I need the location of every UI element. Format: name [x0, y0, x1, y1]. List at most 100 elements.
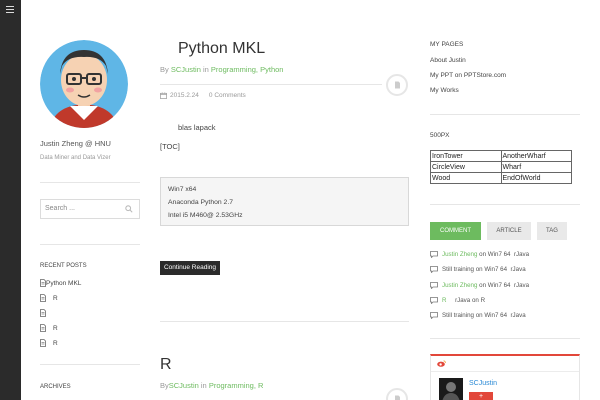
category-link[interactable]: Python [260, 65, 283, 74]
photo-link[interactable]: Wood [430, 172, 502, 184]
search-input[interactable]: Search ... [45, 205, 75, 212]
comment-on: on [471, 297, 479, 304]
code-line: Intel i5 M460@ 2.53GHz [168, 212, 243, 219]
comment-author[interactable]: Justin Zheng [442, 282, 477, 289]
comment-bubble-icon [430, 266, 438, 273]
comment-author[interactable]: Still training [442, 312, 474, 319]
comment-post[interactable]: Win7 64 [484, 266, 507, 273]
author-link[interactable]: SCJustin [169, 381, 199, 390]
category-link[interactable]: Programming [211, 65, 256, 74]
recent-post-item[interactable]: Python MKL [40, 279, 140, 288]
comment-bubble-icon [430, 297, 438, 304]
document-icon [40, 294, 46, 302]
document-icon [395, 81, 400, 89]
post-title[interactable]: Python MKL [178, 40, 265, 58]
weibo-username[interactable]: SCJustin [469, 380, 497, 387]
search-box[interactable]: Search ... [40, 199, 140, 219]
comment-item[interactable]: Justin Zheng on Win7 64 rJava [430, 250, 529, 259]
comments-link[interactable]: 0 Comments [209, 92, 246, 99]
code-line: Anaconda Python 2.7 [168, 199, 233, 206]
byline-by: By [160, 381, 169, 390]
avatar-illustration-icon [40, 40, 128, 128]
post-format-button[interactable] [386, 74, 408, 96]
weibo-widget: SCJustin + [430, 354, 580, 400]
recent-post-item[interactable] [40, 309, 140, 318]
page-link[interactable]: My PPT on PPTStore.com [430, 72, 506, 79]
post-paragraph: blas lapack [178, 123, 216, 132]
byline-in: in [200, 381, 207, 390]
photo-link[interactable]: Wharf [500, 161, 572, 173]
comment-bubble-icon [430, 282, 438, 289]
divider [430, 204, 580, 205]
page-link[interactable]: About Justin [430, 57, 466, 64]
recent-posts-title: RECENT POSTS [40, 263, 87, 269]
comment-item[interactable]: R rJava on R [430, 296, 485, 305]
byline-divider [160, 84, 382, 85]
menu-toggle-icon[interactable] [6, 6, 14, 13]
comment-post[interactable]: R [481, 297, 485, 304]
continue-reading-button[interactable]: Continue Reading [160, 261, 220, 275]
weibo-follow-button[interactable]: + [469, 392, 493, 400]
divider [40, 244, 140, 245]
500px-grid: IronTower AnotherWharf CircleView Wharf … [430, 150, 572, 184]
tab-tag[interactable]: TAG [537, 222, 567, 240]
category-link[interactable]: Programming [209, 381, 254, 390]
divider [430, 114, 580, 115]
comment-author[interactable]: Justin Zheng [442, 251, 477, 258]
comment-tail[interactable]: rJava [511, 266, 526, 273]
recent-post-link[interactable]: R [53, 325, 58, 332]
post-format-button[interactable] [386, 388, 408, 400]
post-paragraph: [TOC] [160, 142, 180, 151]
500px-title: 500PX [430, 132, 450, 139]
search-icon[interactable] [125, 205, 133, 213]
comment-post[interactable]: Win7 64 [488, 282, 511, 289]
author-name: Justin Zheng @ HNU [40, 139, 111, 148]
recent-post-item[interactable]: R [40, 324, 140, 333]
photo-link[interactable]: IronTower [430, 150, 502, 162]
comment-bubble-icon [430, 251, 438, 258]
author-link[interactable]: SCJustin [171, 65, 201, 74]
archives-title: ARCHIVES [40, 384, 71, 390]
divider [40, 182, 140, 183]
comment-bubble-icon [430, 312, 438, 319]
tab-article[interactable]: ARTICLE [487, 222, 531, 240]
post-title[interactable]: R [160, 356, 172, 374]
comment-item[interactable]: Justin Zheng on Win7 64 rJava [430, 281, 529, 290]
tab-comment[interactable]: COMMENT [430, 222, 481, 240]
comment-tail[interactable]: rJava [514, 251, 529, 258]
document-icon [40, 339, 46, 347]
comment-post[interactable]: Win7 64 [484, 312, 507, 319]
recent-post-link[interactable]: Python MKL [46, 280, 81, 287]
document-icon [395, 395, 400, 400]
recent-post-link[interactable]: R [53, 295, 58, 302]
photo-link[interactable]: CircleView [430, 161, 502, 173]
comment-author[interactable]: R [442, 297, 446, 304]
comment-item[interactable]: Still training on Win7 64 rJava [430, 311, 526, 320]
byline-by: By [160, 65, 169, 74]
comment-post[interactable]: Win7 64 [488, 251, 511, 258]
comment-tail[interactable]: rJava [455, 297, 470, 304]
recent-post-item[interactable]: R [40, 294, 140, 303]
comment-on: on [479, 282, 487, 289]
code-line: Win7 x64 [168, 186, 197, 193]
weibo-avatar-photo-icon [439, 378, 463, 400]
comment-item[interactable]: Still training on Win7 64 rJava [430, 265, 526, 274]
recent-post-link[interactable]: R [53, 340, 58, 347]
document-icon [40, 309, 46, 317]
photo-link[interactable]: EndOfWorld [500, 172, 572, 184]
calendar-icon [160, 92, 167, 99]
weibo-divider [431, 371, 579, 372]
category-separator: , [255, 65, 259, 74]
comment-tail[interactable]: rJava [514, 282, 529, 289]
comment-author[interactable]: Still training [442, 266, 474, 273]
post-byline: BySCJustin in Programming, R [160, 381, 263, 390]
weibo-avatar[interactable] [439, 378, 463, 400]
photo-link[interactable]: AnotherWharf [500, 150, 572, 162]
recent-post-item[interactable]: R [40, 339, 140, 348]
comment-tail[interactable]: rJava [511, 312, 526, 319]
category-link[interactable]: R [258, 381, 263, 390]
post-date: 2015.2.24 [170, 92, 199, 99]
byline-in: in [202, 65, 209, 74]
post-info: 2015.2.24 0 Comments [160, 92, 246, 99]
page-link[interactable]: My Works [430, 87, 459, 94]
